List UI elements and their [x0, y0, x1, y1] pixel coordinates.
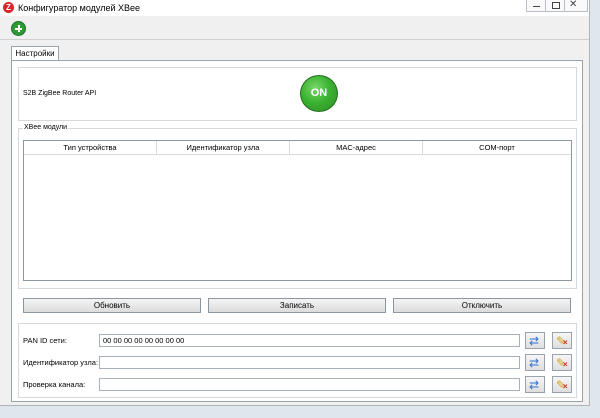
close-button[interactable]: ✕: [564, 0, 588, 12]
pan-id-read-button[interactable]: ⇄: [525, 332, 545, 349]
title-bar[interactable]: Z Конфигуратор модулей XBee ✕: [0, 0, 589, 16]
channel-check-label: Проверка канала:: [23, 380, 86, 389]
node-id-label: Идентификатор узла:: [23, 358, 99, 367]
refresh-button[interactable]: Обновить: [23, 298, 201, 313]
column-header-device-type[interactable]: Тип устройства: [24, 141, 157, 154]
refresh-icon: ⇄: [529, 334, 540, 348]
pan-id-label: PAN ID сети:: [23, 336, 67, 345]
column-header-node-id[interactable]: Идентификатор узла: [157, 141, 290, 154]
channel-check-edit-button[interactable]: ✎ ×: [552, 376, 572, 393]
router-group: [18, 67, 577, 121]
app-logo-icon: Z: [3, 2, 14, 13]
minimize-button[interactable]: [526, 0, 546, 12]
maximize-icon: [552, 2, 560, 9]
column-header-com-port[interactable]: COM-порт: [423, 141, 571, 154]
column-header-mac[interactable]: MAC-адрес: [290, 141, 423, 154]
tab-settings[interactable]: Настройки: [11, 46, 59, 61]
refresh-icon: ⇄: [529, 378, 540, 392]
clear-icon: ×: [563, 338, 568, 347]
node-id-edit-button[interactable]: ✎ ×: [552, 354, 572, 371]
close-icon: ✕: [569, 0, 578, 10]
xbee-modules-title: XBee модули: [23, 124, 69, 131]
write-button[interactable]: Записать: [208, 298, 386, 313]
pan-id-field[interactable]: 00 00 00 00 00 00 00 00: [99, 334, 520, 347]
table-header: Тип устройства Идентификатор узла MAC-ад…: [24, 141, 571, 155]
clear-icon: ×: [563, 382, 568, 391]
disconnect-button[interactable]: Отключить: [393, 298, 571, 313]
app-window: Z Конфигуратор модулей XBee ✕ Настройки …: [0, 0, 590, 406]
modules-table[interactable]: Тип устройства Идентификатор узла MAC-ад…: [23, 140, 572, 281]
channel-check-read-button[interactable]: ⇄: [525, 376, 545, 393]
on-toggle-button[interactable]: ON: [300, 75, 338, 112]
node-id-read-button[interactable]: ⇄: [525, 354, 545, 371]
maximize-button[interactable]: [545, 0, 565, 12]
refresh-icon: ⇄: [529, 356, 540, 370]
toolbar: [0, 17, 589, 40]
plus-circle-icon[interactable]: [11, 21, 26, 36]
router-label: S2B ZigBee Router API: [23, 90, 97, 97]
window-title: Конфигуратор модулей XBee: [18, 3, 141, 13]
pan-id-edit-button[interactable]: ✎ ×: [552, 332, 572, 349]
channel-check-field[interactable]: [99, 378, 520, 391]
clear-icon: ×: [563, 360, 568, 369]
minimize-icon: [533, 6, 540, 7]
node-id-field[interactable]: [99, 356, 520, 369]
